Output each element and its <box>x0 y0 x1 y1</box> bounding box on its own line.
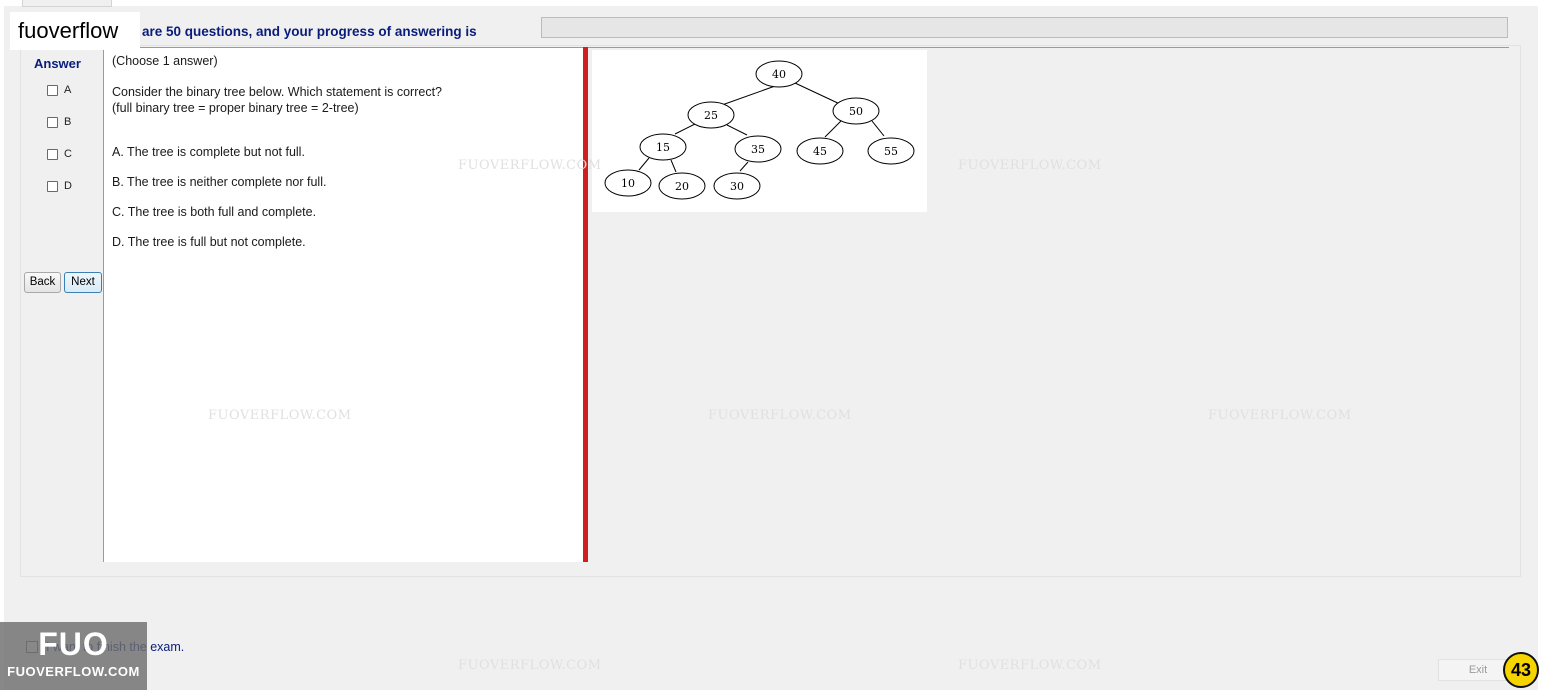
tree-node-label-45: 45 <box>813 145 827 158</box>
choice-c-text: C. The tree is both full and complete. <box>112 205 317 219</box>
tree-node-label-10: 10 <box>621 177 635 190</box>
option-b-checkbox[interactable] <box>47 116 58 128</box>
next-button[interactable]: Next <box>64 272 102 293</box>
tree-node-label-25: 25 <box>704 109 718 122</box>
progress-text: are 50 questions, and your progress of a… <box>142 24 477 39</box>
option-b[interactable]: B <box>47 116 71 128</box>
option-d-label: D <box>64 180 72 192</box>
watermark-tile: FUOVERFLOW.COM <box>1208 408 1352 423</box>
tree-node-label-15: 15 <box>656 141 670 154</box>
option-b-label: B <box>64 116 72 128</box>
choice-d-text: D. The tree is full but not complete. <box>112 235 306 249</box>
option-d[interactable]: D <box>47 180 72 192</box>
option-a-label: A <box>64 84 72 96</box>
question-instruction: (Choose 1 answer) <box>112 54 218 68</box>
tree-node-label-20: 20 <box>675 180 689 193</box>
watermark-tile: FUOVERFLOW.COM <box>458 658 602 673</box>
choice-a-text: A. The tree is complete but not full. <box>112 145 305 159</box>
option-a[interactable]: A <box>47 84 71 96</box>
question-panel: (Choose 1 answer) Consider the binary tr… <box>103 47 583 562</box>
watermark-logo-text: FUO <box>38 626 109 662</box>
watermark-tile: FUOVERFLOW.COM <box>458 158 602 173</box>
choice-b-text: B. The tree is neither complete nor full… <box>112 175 327 189</box>
tree-node-label-30: 30 <box>730 180 744 193</box>
option-d-checkbox[interactable] <box>47 180 58 192</box>
watermark-logo: FUO FUOVERFLOW.COM <box>0 622 147 690</box>
answer-title: Answer <box>34 56 81 71</box>
tree-node-label-55: 55 <box>884 145 898 158</box>
option-a-checkbox[interactable] <box>47 84 58 96</box>
watermark-tile: FUOVERFLOW.COM <box>958 658 1102 673</box>
tab-stub <box>22 0 112 7</box>
page-number-badge: 43 <box>1503 652 1539 688</box>
watermark-logo-url: FUOVERFLOW.COM <box>7 664 140 679</box>
watermark-label-top: fuoverflow <box>10 12 140 50</box>
tree-node-label-35: 35 <box>751 143 765 156</box>
watermark-tile: FUOVERFLOW.COM <box>708 408 852 423</box>
binary-tree-diagram: 40 25 50 15 35 45 55 10 20 30 <box>604 60 915 200</box>
tree-node-label-50: 50 <box>849 105 863 118</box>
watermark-tile: FUOVERFLOW.COM <box>208 408 352 423</box>
back-button[interactable]: Back <box>24 272 61 293</box>
tree-node-label-40: 40 <box>772 68 786 81</box>
option-c-checkbox[interactable] <box>47 148 58 160</box>
question-text: Consider the binary tree below. Which st… <box>112 85 443 115</box>
option-c[interactable]: C <box>47 148 72 160</box>
option-c-label: C <box>64 148 72 160</box>
binary-tree-image: 40 25 50 15 35 45 55 10 20 30 <box>592 50 927 212</box>
watermark-tile: FUOVERFLOW.COM <box>958 158 1102 173</box>
progress-bar <box>541 17 1508 38</box>
